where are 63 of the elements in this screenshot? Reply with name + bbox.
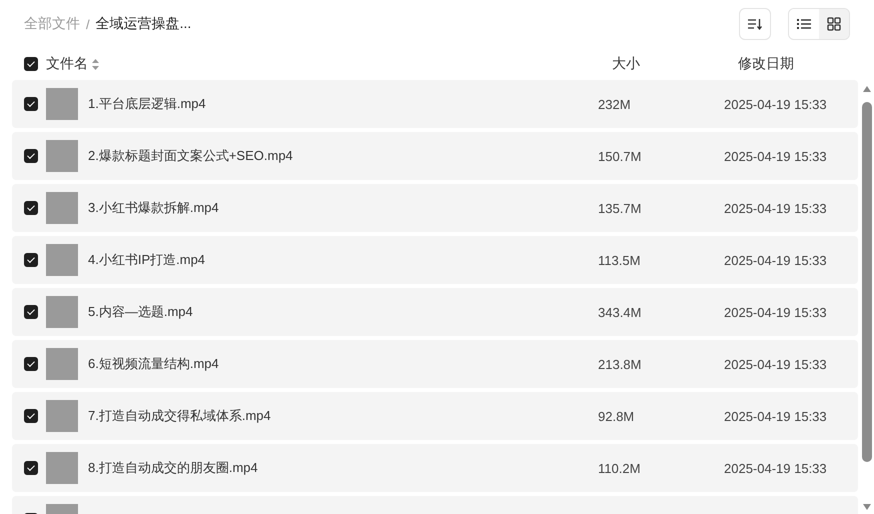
modified-date: 2025-04-19 15:33: [724, 148, 827, 164]
modified-date: 2025-04-19 15:33: [724, 304, 827, 320]
file-row[interactable]: 6.短视频流量结构.mp4 213.8M 2025-04-19 15:33: [12, 340, 858, 388]
scrollbar[interactable]: [862, 86, 872, 510]
file-size: 150.7M: [598, 148, 642, 164]
modified-date: 2025-04-19 15:33: [724, 460, 827, 476]
video-thumbnail-placeholder: [46, 192, 78, 224]
file-size: 135.7M: [598, 200, 642, 216]
breadcrumb-item[interactable]: 全域运营操盘...: [96, 15, 192, 33]
checkbox[interactable]: [24, 149, 38, 163]
file-name[interactable]: 2.爆款标题封面文案公式+SEO.mp4: [88, 147, 598, 165]
checkbox[interactable]: [24, 461, 38, 475]
list-view-icon: [797, 18, 811, 30]
video-thumbnail-placeholder: [46, 400, 78, 432]
grid-view-button[interactable]: [819, 9, 849, 39]
checkbox[interactable]: [24, 97, 38, 111]
file-name[interactable]: 5.内容—选题.mp4: [88, 303, 598, 321]
file-name[interactable]: 3.小红书爆款拆解.mp4: [88, 199, 598, 217]
file-row[interactable]: 8.打造自动成交的朋友圈.mp4 110.2M 2025-04-19 15:33: [12, 444, 858, 492]
modified-date: 2025-04-19 15:33: [724, 96, 827, 112]
checkbox[interactable]: [24, 409, 38, 423]
modified-date: 2025-04-19 15:33: [724, 252, 827, 268]
file-name[interactable]: 6.短视频流量结构.mp4: [88, 355, 598, 373]
grid-view-icon: [827, 17, 841, 31]
sort-button[interactable]: [739, 8, 771, 40]
file-row[interactable]: 4.小红书IP打造.mp4 113.5M 2025-04-19 15:33: [12, 236, 858, 284]
file-row[interactable]: 5.内容—选题.mp4 343.4M 2025-04-19 15:33: [12, 288, 858, 336]
checkbox[interactable]: [24, 253, 38, 267]
modified-date: 2025-04-19 15:33: [724, 200, 827, 216]
column-header: 大小: [612, 55, 641, 73]
checkbox[interactable]: [24, 357, 38, 371]
modified-date: 2025-04-19 15:33: [724, 356, 827, 372]
sort-icon: [748, 18, 762, 30]
file-row[interactable]: 3.小红书爆款拆解.mp4 135.7M 2025-04-19 15:33: [12, 184, 858, 232]
file-name[interactable]: 7.打造自动成交得私域体系.mp4: [88, 407, 598, 425]
file-size: 343.4M: [598, 304, 642, 320]
checkbox[interactable]: [24, 201, 38, 215]
breadcrumb-separator: /: [86, 16, 90, 32]
file-size: 113.5M: [598, 252, 642, 268]
file-name[interactable]: 1.平台底层逻辑.mp4: [88, 95, 598, 113]
file-name[interactable]: 4.小红书IP打造.mp4: [88, 251, 598, 269]
file-size: 232M: [598, 96, 632, 112]
scroll-down-arrow-icon[interactable]: [863, 504, 871, 510]
video-thumbnail-placeholder: [46, 244, 78, 276]
file-size: 213.8M: [598, 356, 642, 372]
file-row[interactable]: 7.打造自动成交得私域体系.mp4 92.8M 2025-04-19 15:33: [12, 392, 858, 440]
video-thumbnail-placeholder: [46, 452, 78, 484]
column-header[interactable]: 文件名: [46, 55, 88, 73]
file-row[interactable]: 1.平台底层逻辑.mp4 232M 2025-04-19 15:33: [12, 80, 858, 128]
file-name[interactable]: 8.打造自动成交的朋友圈.mp4: [88, 459, 598, 477]
file-row[interactable]: 2.爆款标题封面文案公式+SEO.mp4 150.7M 2025-04-19 15:33: [12, 132, 858, 180]
video-thumbnail-placeholder: [46, 140, 78, 172]
video-thumbnail-placeholder: [46, 296, 78, 328]
sort-arrows-icon[interactable]: [92, 58, 99, 70]
video-thumbnail-placeholder: [46, 88, 78, 120]
video-thumbnail-placeholder: [46, 348, 78, 380]
column-header: 修改日期: [738, 55, 794, 73]
file-size: 110.2M: [598, 460, 642, 476]
modified-date: 2025-04-19 15:33: [724, 408, 827, 424]
scroll-up-arrow-icon[interactable]: [863, 86, 871, 92]
checkbox[interactable]: [24, 305, 38, 319]
checkbox[interactable]: [24, 57, 38, 71]
file-size: 92.8M: [598, 408, 636, 424]
